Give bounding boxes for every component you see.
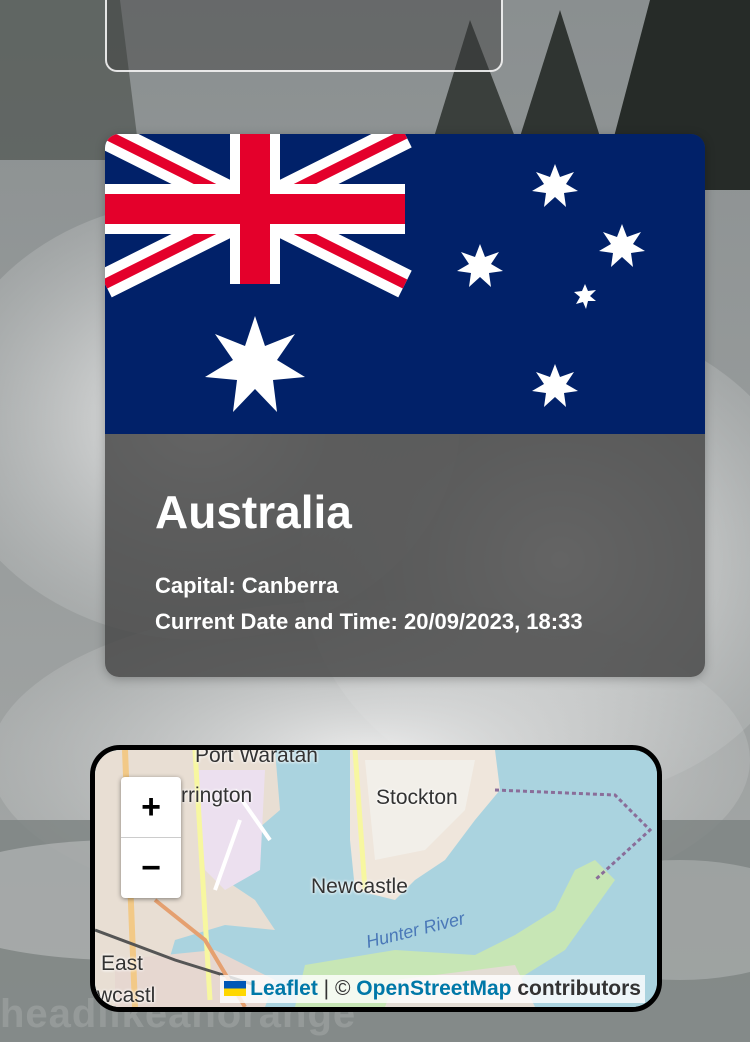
country-name: Australia <box>155 486 352 538</box>
map-label-newcastle: Newcastle <box>311 875 408 898</box>
ukraine-flag-icon <box>224 981 247 996</box>
zoom-out-button[interactable]: − <box>121 838 181 898</box>
zoom-control: + − <box>121 777 181 898</box>
country-card: Australia Capital: Canberra Current Date… <box>105 134 705 677</box>
map-attribution: Leaflet | © OpenStreetMap contributors <box>220 975 645 1003</box>
openstreetmap-link[interactable]: OpenStreetMap <box>356 977 511 1000</box>
current-datetime-text: Current Date and Time: 20/09/2023, 18:33 <box>155 609 583 634</box>
map-label-warrington: rrington <box>181 784 253 807</box>
capital-text: Capital: Canberra <box>155 573 339 598</box>
map-label-newcastle-west: wcastl <box>97 984 156 1007</box>
previous-card <box>105 0 503 72</box>
attribution-contributors: contributors <box>517 977 641 1000</box>
map-widget[interactable]: Port Waratah rrington Stockton Newcastle… <box>90 745 662 1012</box>
australia-flag <box>105 134 705 434</box>
zoom-in-button[interactable]: + <box>121 777 181 838</box>
attribution-separator: | © <box>323 977 351 1000</box>
map-label-port-waratah: Port Waratah <box>195 745 318 767</box>
map-label-east: East <box>101 952 144 975</box>
country-info: Australia Capital: Canberra Current Date… <box>155 484 675 640</box>
leaflet-link[interactable]: Leaflet <box>250 977 318 1000</box>
map-label-stockton: Stockton <box>376 786 458 809</box>
